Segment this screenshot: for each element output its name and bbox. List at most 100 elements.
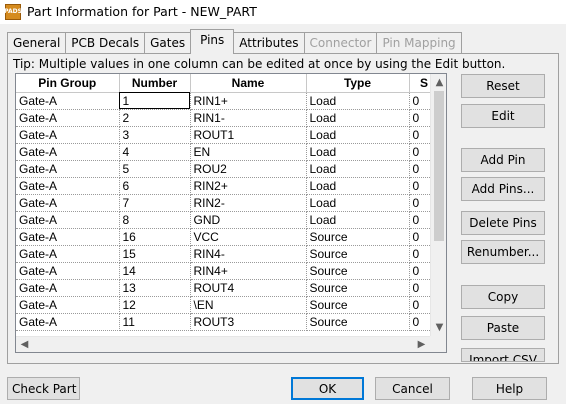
number-cell[interactable]: 2 (119, 109, 191, 127)
paste-button[interactable]: Paste (461, 316, 545, 340)
column-header-name[interactable]: Name (190, 74, 307, 93)
edit-button[interactable]: Edit (461, 104, 545, 128)
table-row[interactable]: Gate-A 2 RIN1- Load 0 (16, 109, 440, 127)
scroll-down-icon[interactable]: ▼ (431, 319, 446, 336)
type-cell[interactable]: Load (306, 177, 410, 195)
pin-group-cell[interactable]: Gate-A (16, 177, 120, 195)
add-pin-button[interactable]: Add Pin (461, 148, 545, 172)
ok-button[interactable]: OK (291, 377, 364, 400)
name-cell[interactable]: \EN (190, 296, 307, 314)
pin-group-cell[interactable]: Gate-A (16, 143, 120, 161)
pin-group-cell[interactable]: Gate-A (16, 245, 120, 263)
name-cell[interactable]: ROUT4 (190, 279, 307, 297)
pin-group-cell[interactable]: Gate-A (16, 313, 120, 331)
type-cell[interactable]: Source (306, 296, 410, 314)
number-cell[interactable]: 3 (119, 126, 191, 144)
type-cell[interactable]: Source (306, 313, 410, 331)
type-cell[interactable]: Load (306, 160, 410, 178)
name-cell[interactable]: GND (190, 211, 307, 229)
type-cell[interactable]: Source (306, 228, 410, 246)
type-cell[interactable]: Source (306, 279, 410, 297)
table-row[interactable]: Gate-A 12 \EN Source 0 (16, 296, 440, 314)
name-cell[interactable]: EN (190, 143, 307, 161)
name-cell[interactable]: RIN2- (190, 194, 307, 212)
scroll-left-icon[interactable]: ◀ (16, 337, 33, 352)
tab-general[interactable]: General (7, 32, 67, 54)
type-cell[interactable]: Load (306, 126, 410, 144)
name-cell[interactable]: RIN4- (190, 245, 307, 263)
table-row[interactable]: Gate-A 11 ROUT3 Source 0 (16, 313, 440, 331)
column-header-pin-group[interactable]: Pin Group (16, 74, 120, 93)
number-cell[interactable]: 7 (119, 194, 191, 212)
horizontal-scrollbar[interactable]: ◀ ▶ (16, 336, 430, 352)
pin-group-cell[interactable]: Gate-A (16, 109, 120, 127)
check-part-button[interactable]: Check Part (7, 377, 80, 400)
pin-group-cell[interactable]: Gate-A (16, 211, 120, 229)
pin-group-cell[interactable]: Gate-A (16, 194, 120, 212)
pin-group-cell[interactable]: Gate-A (16, 262, 120, 280)
type-cell[interactable]: Load (306, 211, 410, 229)
tab-gates[interactable]: Gates (144, 32, 192, 54)
number-cell[interactable]: 14 (119, 262, 191, 280)
pins-grid[interactable]: Pin Group Number Name Type S Gate-A 1 RIN1… (15, 73, 447, 353)
name-cell[interactable]: VCC (190, 228, 307, 246)
type-cell[interactable]: Load (306, 92, 410, 110)
delete-pins-button[interactable]: Delete Pins (461, 211, 545, 235)
type-cell[interactable]: Load (306, 109, 410, 127)
number-cell[interactable]: 1 (119, 92, 191, 110)
scroll-right-icon[interactable]: ▶ (413, 337, 430, 352)
name-cell[interactable]: ROU2 (190, 160, 307, 178)
type-cell[interactable]: Source (306, 262, 410, 280)
table-row[interactable]: Gate-A 15 RIN4- Source 0 (16, 245, 440, 263)
number-cell[interactable]: 13 (119, 279, 191, 297)
help-button[interactable]: Help (472, 377, 547, 400)
type-cell[interactable]: Load (306, 143, 410, 161)
cancel-button[interactable]: Cancel (375, 377, 450, 400)
reset-button[interactable]: Reset (461, 74, 545, 98)
tab-pcb-decals[interactable]: PCB Decals (65, 32, 146, 54)
table-row[interactable]: Gate-A 13 ROUT4 Source 0 (16, 279, 440, 297)
type-cell[interactable]: Load (306, 194, 410, 212)
tab-pins[interactable]: Pins (190, 29, 235, 54)
type-cell[interactable]: Source (306, 245, 410, 263)
table-row[interactable]: Gate-A 1 RIN1+ Load 0 (16, 92, 440, 110)
table-row[interactable]: Gate-A 14 RIN4+ Source 0 (16, 262, 440, 280)
name-cell[interactable]: RIN4+ (190, 262, 307, 280)
pin-group-cell[interactable]: Gate-A (16, 279, 120, 297)
name-cell[interactable]: ROUT1 (190, 126, 307, 144)
name-cell[interactable]: RIN1+ (190, 92, 307, 110)
name-cell[interactable]: RIN2+ (190, 177, 307, 195)
number-cell[interactable]: 15 (119, 245, 191, 263)
number-cell[interactable]: 11 (119, 313, 191, 331)
renumber-button[interactable]: Renumber... (461, 240, 545, 264)
import-csv-button[interactable]: Import CSV (461, 348, 545, 362)
number-cell[interactable]: 8 (119, 211, 191, 229)
pin-group-cell[interactable]: Gate-A (16, 126, 120, 144)
name-cell[interactable]: RIN1- (190, 109, 307, 127)
table-row[interactable]: Gate-A 5 ROU2 Load 0 (16, 160, 440, 178)
table-row[interactable]: Gate-A 16 VCC Source 0 (16, 228, 440, 246)
copy-button[interactable]: Copy (461, 285, 545, 309)
number-cell[interactable]: 5 (119, 160, 191, 178)
table-row[interactable]: Gate-A 8 GND Load 0 (16, 211, 440, 229)
tab-attributes[interactable]: Attributes (233, 32, 305, 54)
column-header-number[interactable]: Number (119, 74, 191, 93)
pin-group-cell[interactable]: Gate-A (16, 228, 120, 246)
pin-group-cell[interactable]: Gate-A (16, 296, 120, 314)
name-cell[interactable]: ROUT3 (190, 313, 307, 331)
pin-group-cell[interactable]: Gate-A (16, 160, 120, 178)
pin-group-cell[interactable]: Gate-A (16, 92, 120, 110)
number-cell[interactable]: 6 (119, 177, 191, 195)
table-row[interactable]: Gate-A 4 EN Load 0 (16, 143, 440, 161)
scroll-thumb[interactable] (434, 91, 444, 241)
table-row[interactable]: Gate-A 3 ROUT1 Load 0 (16, 126, 440, 144)
table-row[interactable]: Gate-A 6 RIN2+ Load 0 (16, 177, 440, 195)
number-cell[interactable]: 16 (119, 228, 191, 246)
add-pins-button[interactable]: Add Pins... (461, 177, 545, 201)
number-cell[interactable]: 12 (119, 296, 191, 314)
scroll-up-icon[interactable]: ▲ (431, 74, 446, 91)
table-row[interactable]: Gate-A 7 RIN2- Load 0 (16, 194, 440, 212)
column-header-type[interactable]: Type (306, 74, 410, 93)
vertical-scrollbar[interactable]: ▲ ▼ (430, 74, 446, 336)
number-cell[interactable]: 4 (119, 143, 191, 161)
